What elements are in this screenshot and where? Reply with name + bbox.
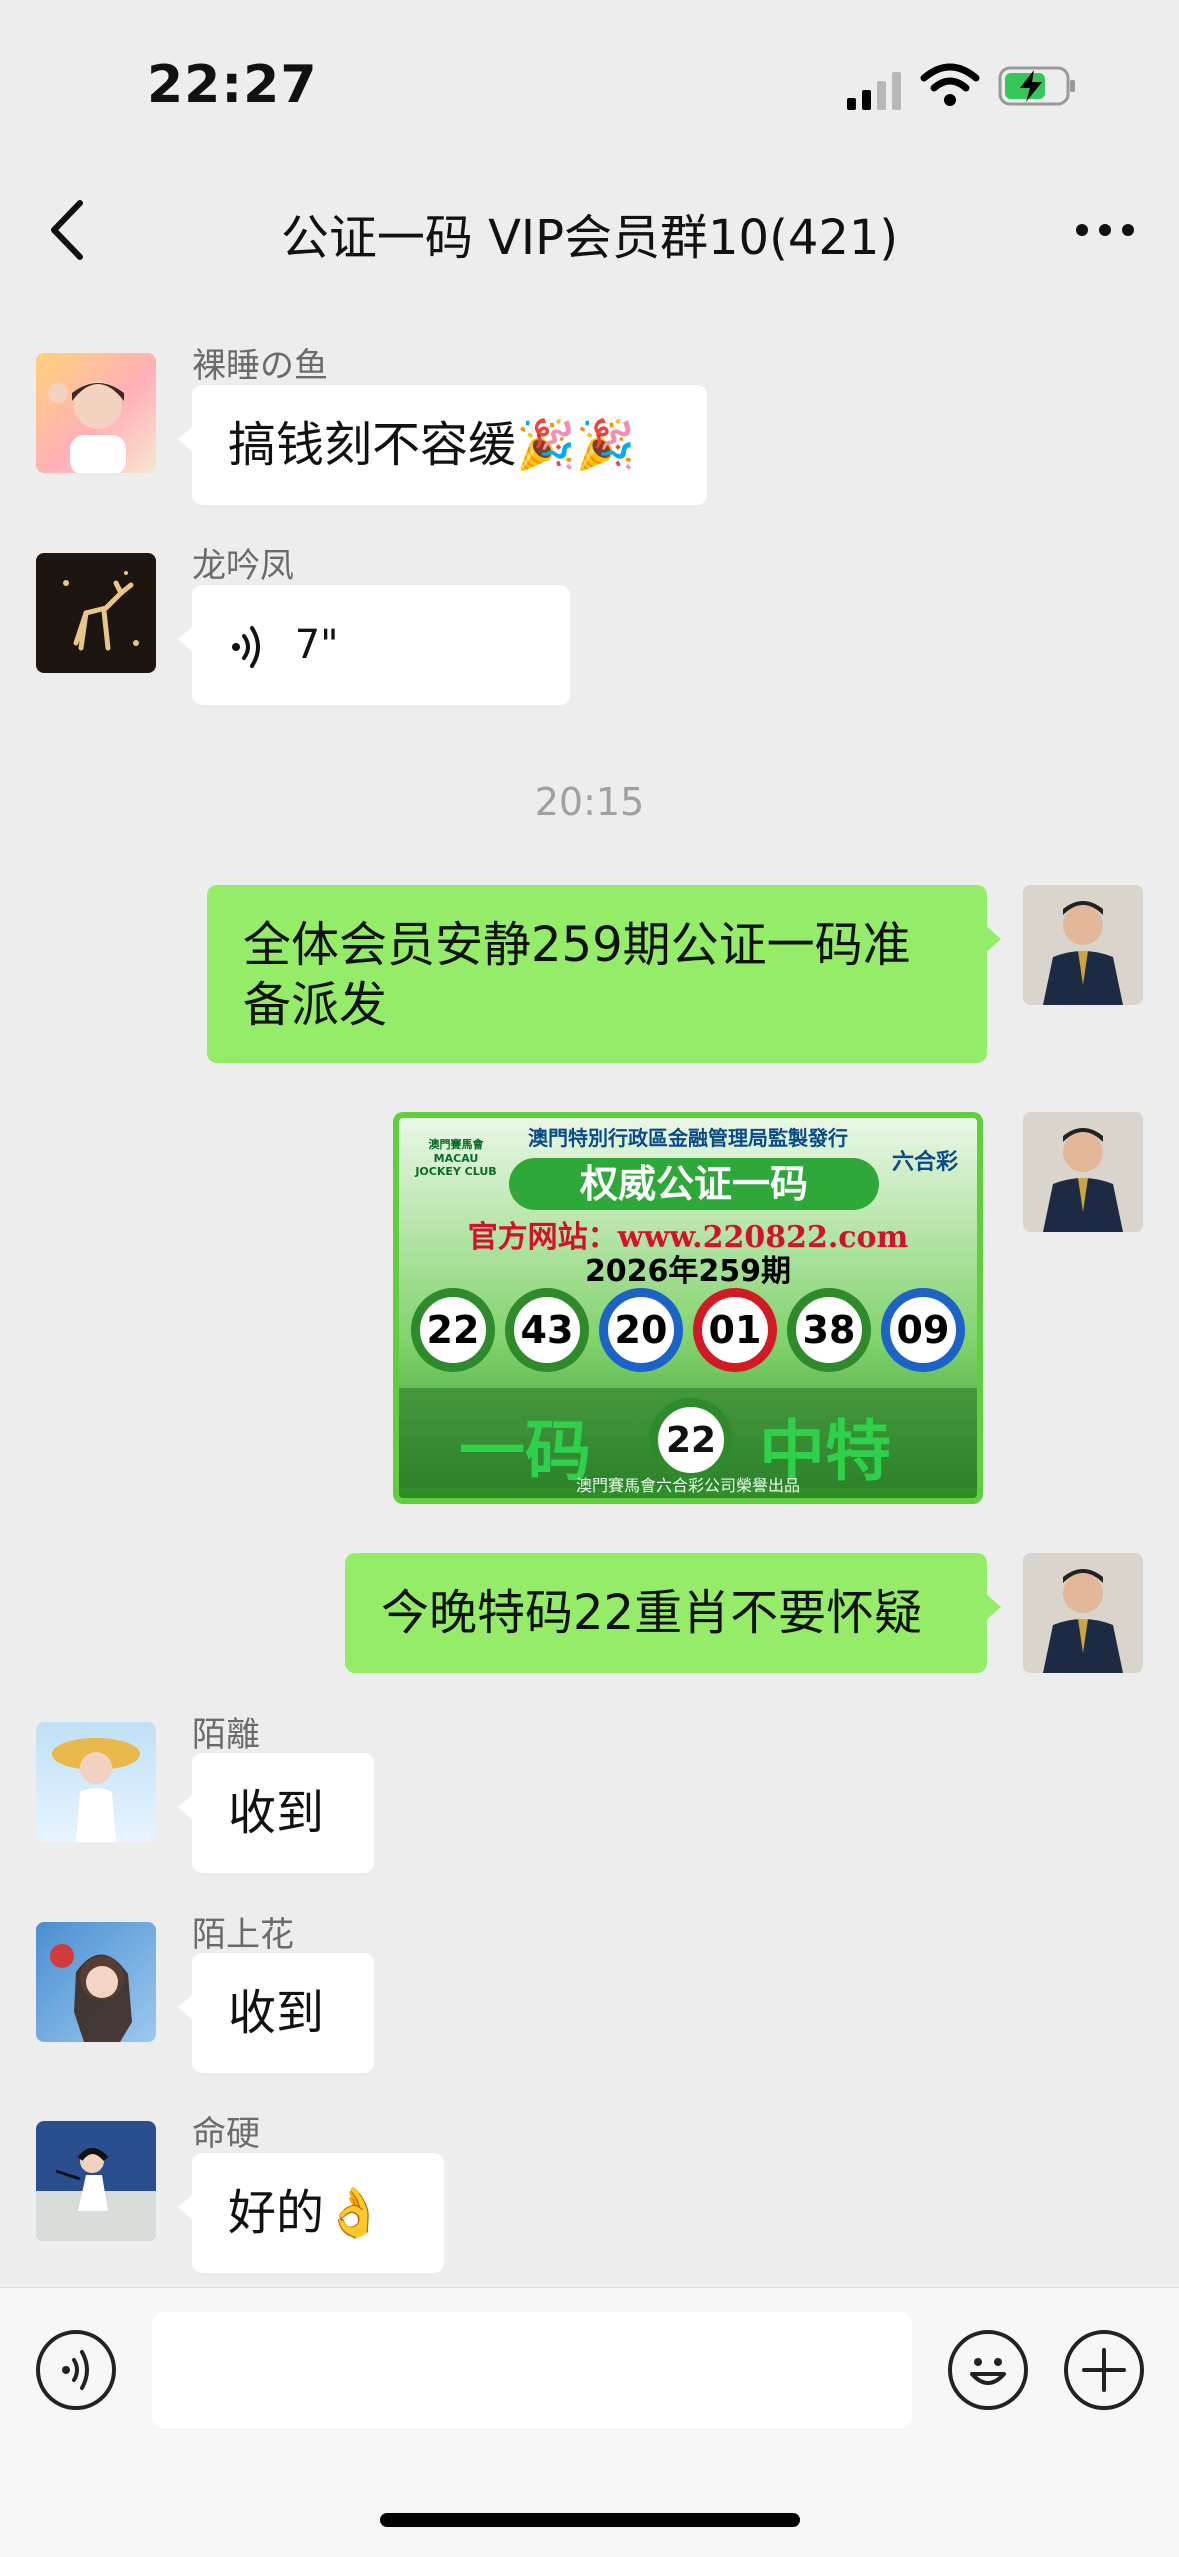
avatar[interactable]	[36, 353, 156, 473]
voice-wave-icon	[232, 626, 260, 668]
chat-header: 公证一码 VIP会员群10(421)	[0, 170, 1179, 290]
sender-name: 陌上花	[192, 1915, 294, 1955]
lottery-ball: 01	[693, 1288, 777, 1372]
lottery-ball: 09	[881, 1288, 965, 1372]
message-bubble[interactable]: 搞钱刻不容缓🎉🎉	[178, 385, 707, 505]
message-text: 收到	[228, 1785, 325, 1841]
lottery-ball: 20	[599, 1288, 683, 1372]
avatar-businessman-icon	[1023, 1553, 1143, 1673]
message-text: 搞钱刻不容缓🎉🎉	[228, 417, 636, 473]
lottery-ball: 22	[411, 1288, 495, 1372]
avatar-girl-hat-icon	[52, 1738, 140, 1842]
message-text: 全体会员安静259期公证一码准备派发	[243, 917, 911, 1033]
message-bubble[interactable]: 收到	[178, 1753, 374, 1873]
sender-name: 命硬	[192, 2114, 260, 2154]
jockey-club-logo: 澳門賽馬會 MACAU JOCKEY CLUB	[415, 1138, 497, 1178]
smiley-icon	[970, 2358, 1006, 2385]
message-text: 好的👌	[228, 2185, 384, 2241]
message-bubble[interactable]: 收到	[178, 1953, 374, 2073]
sender-name: 裸睡の鱼	[192, 346, 328, 386]
mark-six-logo: 六合彩	[891, 1150, 958, 1175]
avatar-businessman-icon	[1023, 885, 1143, 1005]
emoji-button[interactable]	[948, 2330, 1028, 2410]
battery-charging-icon	[998, 66, 1075, 106]
lottery-footer: 澳門賽馬會六合彩公司榮譽出品	[575, 1476, 800, 1495]
chat-title: 公证一码 VIP会员群10(421)	[280, 210, 899, 266]
avatar[interactable]	[36, 1922, 156, 2042]
lottery-special-ball: 22	[649, 1398, 733, 1482]
message-text: 今晚特码22重肖不要怀疑	[381, 1585, 923, 1641]
avatar[interactable]	[36, 1722, 156, 1842]
more-options-icon[interactable]	[1070, 205, 1140, 255]
message-input[interactable]	[152, 2312, 912, 2428]
lottery-title: 权威公证一码	[509, 1158, 879, 1210]
avatar-portrait-icon	[48, 381, 126, 473]
message-bubble[interactable]: 好的👌	[178, 2153, 444, 2273]
lottery-period: 2026年259期	[584, 1254, 792, 1289]
avatar-illustration-icon	[36, 2148, 156, 2241]
lottery-ball: 43	[505, 1288, 589, 1372]
status-bar: 22:27	[0, 0, 1179, 170]
avatar[interactable]	[36, 2121, 156, 2241]
message-bubble[interactable]: 全体会员安静259期公证一码准备派发	[207, 885, 1001, 1063]
plus-icon	[1082, 2348, 1126, 2392]
more-actions-button[interactable]	[1064, 2330, 1144, 2410]
voice-input-button[interactable]	[36, 2330, 116, 2410]
sender-name: 陌離	[192, 1715, 260, 1755]
lottery-balls: 22 43 20 01 38 09	[411, 1288, 965, 1374]
avatar[interactable]	[1023, 885, 1143, 1005]
sender-name: 龙吟凤	[192, 546, 294, 586]
voice-wave-icon	[62, 2350, 89, 2390]
avatar[interactable]	[1023, 1553, 1143, 1673]
avatar-businessman-icon	[1023, 1112, 1143, 1232]
lottery-image[interactable]: 澳門特別行政區金融管理局監製發行 澳門賽馬會 MACAU JOCKEY CLUB…	[393, 1112, 983, 1504]
status-time: 22:27	[147, 55, 318, 115]
avatar[interactable]	[36, 553, 156, 673]
message-text: 收到	[228, 1985, 325, 2041]
avatar-girl-flower-icon	[50, 1944, 132, 2042]
avatar-reindeer-icon	[63, 571, 139, 651]
home-indicator	[380, 2513, 800, 2527]
voice-message-bubble[interactable]: 7"	[178, 585, 570, 705]
wifi-icon	[920, 63, 980, 106]
message-bubble[interactable]: 今晚特码22重肖不要怀疑	[345, 1553, 1001, 1673]
avatar[interactable]	[1023, 1112, 1143, 1232]
lottery-ball: 38	[787, 1288, 871, 1372]
chat-timestamp: 20:15	[534, 780, 645, 824]
cellular-signal-icon	[847, 72, 901, 110]
voice-duration: 7"	[294, 622, 339, 668]
